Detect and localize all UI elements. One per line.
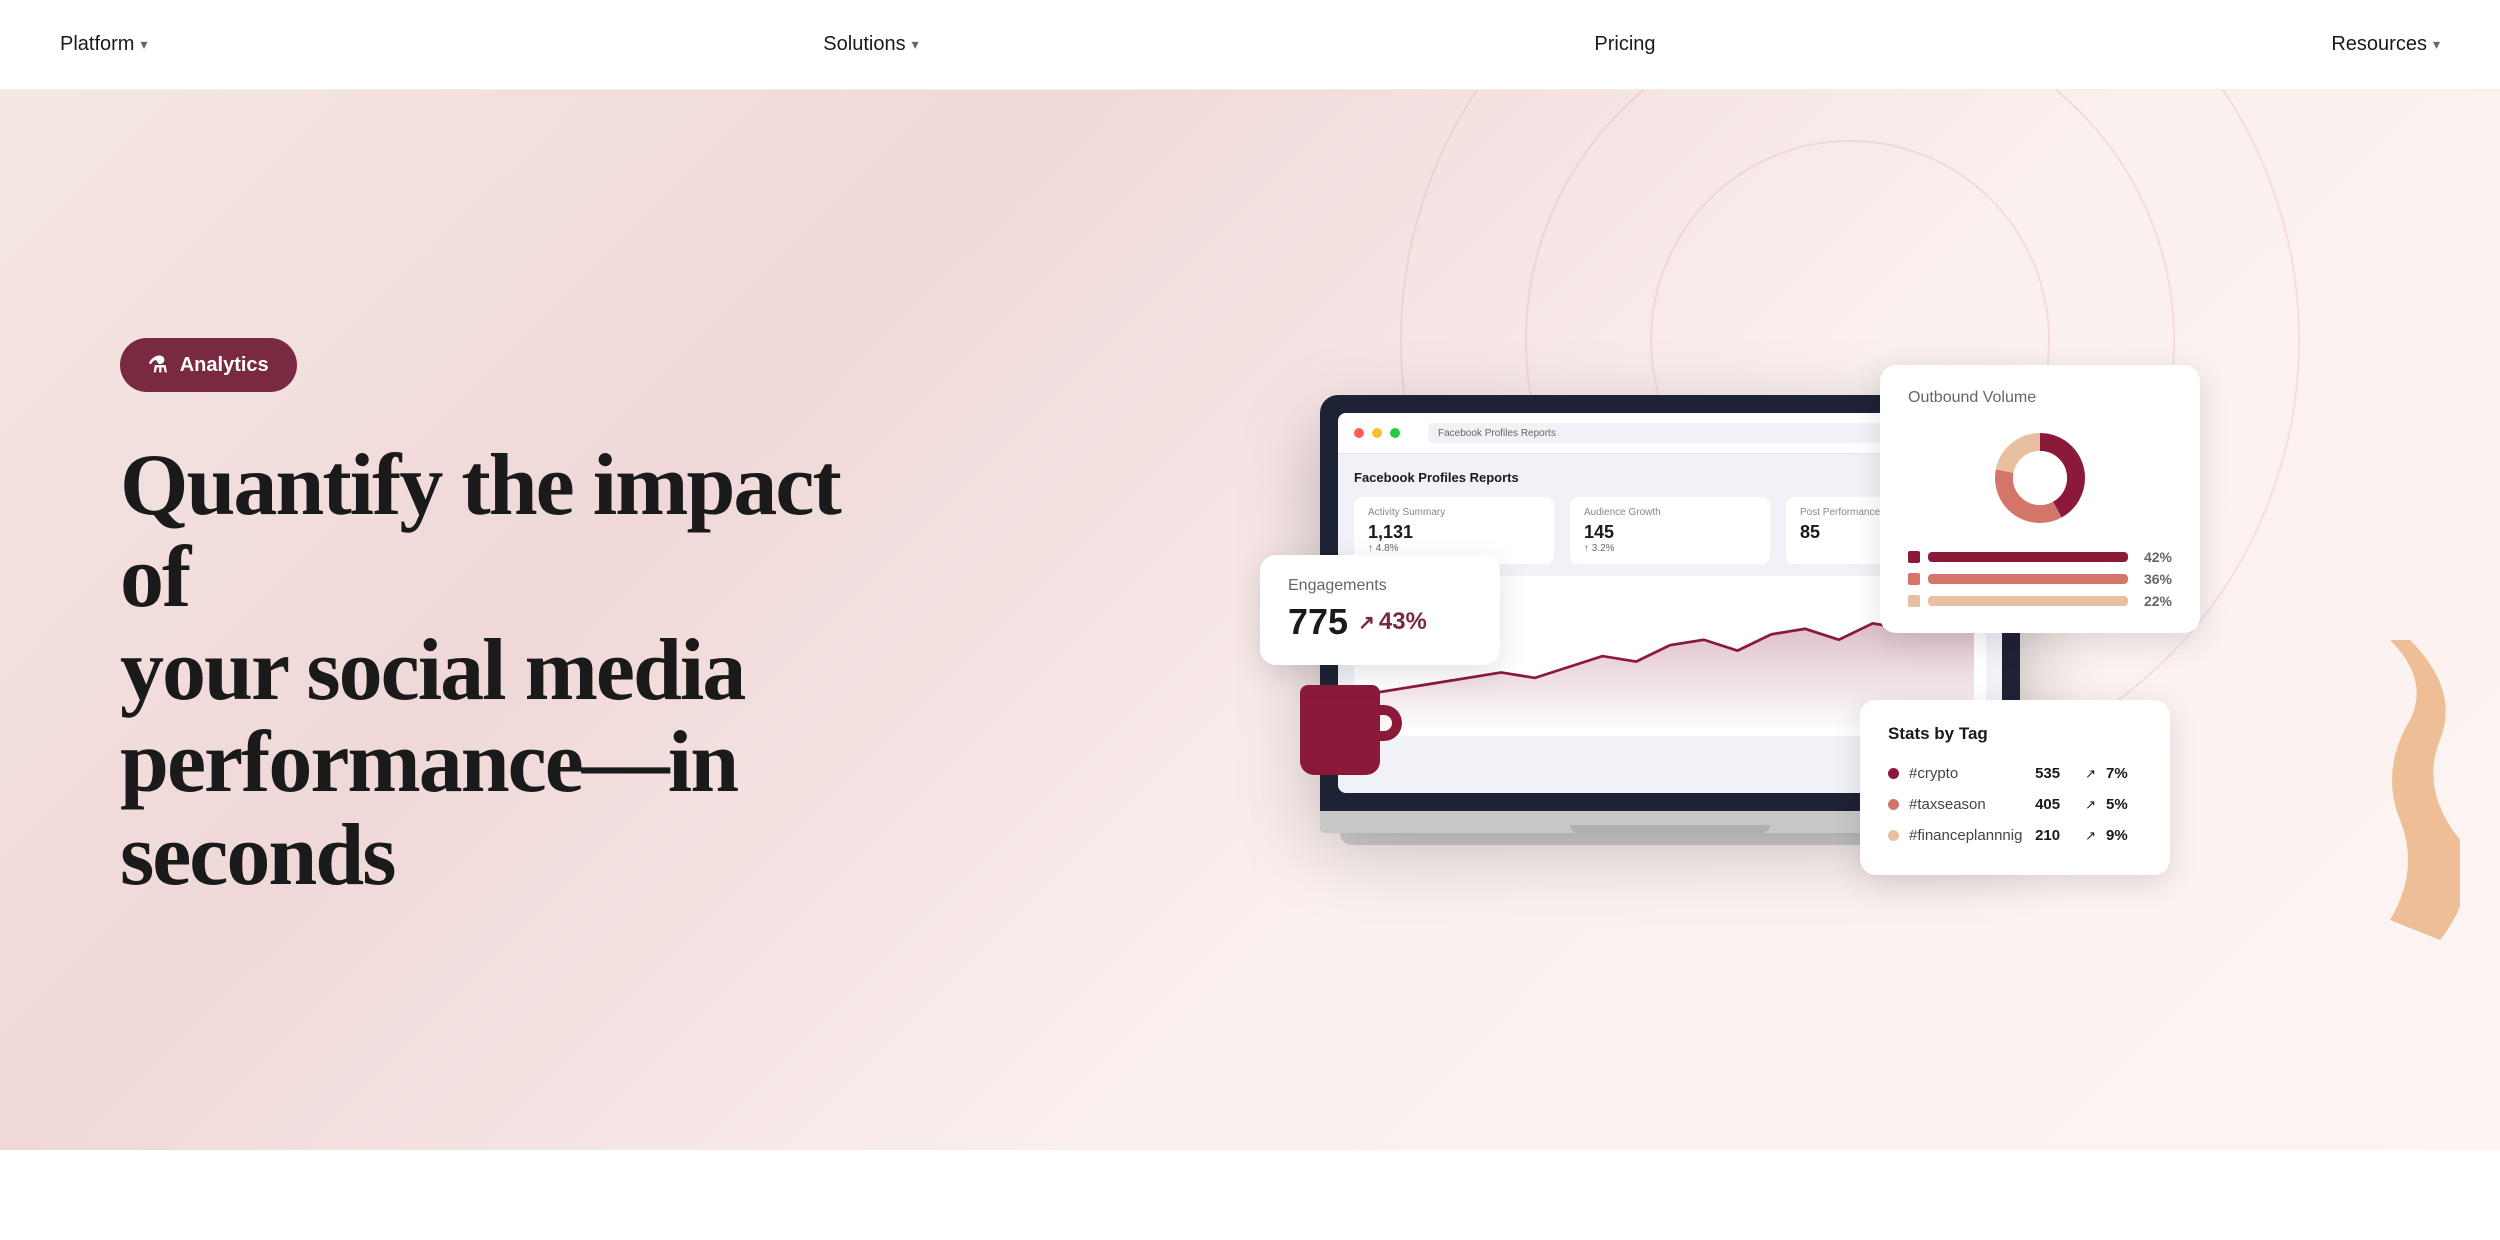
legend-dot-2 — [1908, 573, 1920, 585]
tag-dot-2 — [1888, 799, 1899, 810]
dot-yellow — [1372, 428, 1382, 438]
legend-item-2: 36% — [1908, 571, 2172, 587]
stat-box-1: Activity Summary 1,131 ↑ 4.8% — [1354, 497, 1554, 564]
legend-dot-3 — [1908, 595, 1920, 607]
hero-headline: Quantify the impact of your social media… — [120, 440, 880, 902]
hero-left: ⚗ Analytics Quantify the impact of your … — [120, 338, 880, 902]
stats-row-3: #financeplannnig 210 ↗ 9% — [1888, 820, 2142, 851]
stat-box-2: Audience Growth 145 ↑ 3.2% — [1570, 497, 1770, 564]
tag-dot-1 — [1888, 768, 1899, 779]
nav-solutions[interactable]: Solutions ▾ — [823, 33, 918, 56]
analytics-badge: ⚗ Analytics — [120, 338, 297, 392]
hero-right: Engagements 775 ↗ 43% Outbound Volume — [880, 220, 2380, 1020]
legend-item-3: 22% — [1908, 593, 2172, 609]
arrow-icon-1: ↗ — [2085, 766, 2096, 782]
nav-links: Platform ▾ Solutions ▾ Pricing Resources… — [0, 0, 2500, 90]
resources-chevron-icon: ▾ — [2433, 36, 2440, 53]
hero-section: ⚗ Analytics Quantify the impact of your … — [0, 90, 2500, 1150]
engagements-arrow-icon: ↗ — [1358, 610, 1375, 635]
nav-pricing[interactable]: Pricing — [1594, 33, 1655, 56]
stats-by-tag-card: Stats by Tag #crypto 535 ↗ 7% #taxseason… — [1860, 700, 2170, 875]
legend-dot-1 — [1908, 551, 1920, 563]
swoosh-decoration — [2260, 640, 2460, 940]
donut-svg — [1985, 423, 2095, 533]
stats-row-1: #crypto 535 ↗ 7% — [1888, 758, 2142, 789]
dot-green — [1390, 428, 1400, 438]
donut-chart — [1985, 423, 2095, 533]
legend-item-1: 42% — [1908, 549, 2172, 565]
analytics-icon: ⚗ — [148, 352, 168, 378]
nav-platform[interactable]: Platform ▾ — [60, 33, 148, 56]
nav-left: sproutsocial Platform ▾ Solutions ▾ Pric… — [60, 23, 263, 67]
outbound-volume-card: Outbound Volume 42% — [1880, 365, 2200, 633]
laptop-mockup: Engagements 775 ↗ 43% Outbound Volume — [1320, 395, 2020, 845]
platform-chevron-icon: ▾ — [140, 36, 147, 53]
arrow-icon-3: ↗ — [2085, 828, 2096, 844]
tag-dot-3 — [1888, 830, 1899, 841]
engagements-card: Engagements 775 ↗ 43% — [1260, 555, 1500, 665]
arrow-icon-2: ↗ — [2085, 797, 2096, 813]
legend: 42% 36% 22% — [1908, 549, 2172, 609]
solutions-chevron-icon: ▾ — [912, 36, 919, 53]
stats-row-2: #taxseason 405 ↗ 5% — [1888, 789, 2142, 820]
mug-body — [1300, 685, 1380, 775]
dot-red — [1354, 428, 1364, 438]
coffee-mug — [1300, 685, 1390, 785]
navigation: sproutsocial Platform ▾ Solutions ▾ Pric… — [0, 0, 2500, 90]
nav-resources[interactable]: Resources ▾ — [2331, 33, 2440, 56]
